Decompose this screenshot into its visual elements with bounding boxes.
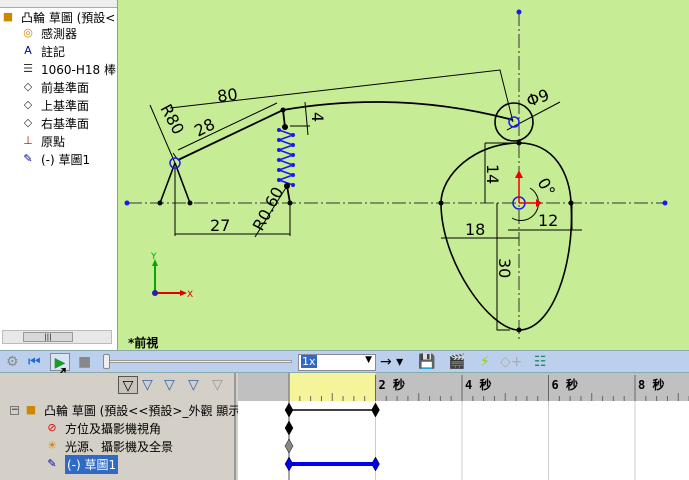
origin-icon: ⊥: [23, 134, 33, 147]
key-point[interactable]: [284, 438, 294, 454]
tree-item-label: 註記: [41, 44, 66, 59]
tree-horizontal-scrollbar[interactable]: |||: [2, 330, 112, 344]
roller: [494, 102, 534, 142]
sketch-icon: ✎: [23, 152, 33, 165]
save-animation-button[interactable]: 💾: [418, 353, 435, 371]
dim-28-line: [172, 102, 278, 161]
dim-phi9[interactable]: Φ9: [524, 85, 552, 111]
play-from-start-button[interactable]: ⏮: [28, 353, 41, 371]
part-icon: ■: [2, 10, 14, 23]
autofit-button[interactable]: ▽: [212, 376, 223, 394]
motion-manager-tree: ▽ ▽ ▽ ▽ ▽ − ■ 凸輪 草圖 (預設<<預設>_外觀 顯示 ⊘ 方位及攝影機…: [0, 373, 240, 480]
sensor-folder-icon: ◎: [23, 26, 33, 39]
dim-4[interactable]: 4: [308, 112, 327, 122]
spring: [276, 129, 296, 186]
tree-item-label: 原點: [41, 134, 66, 149]
tree-item-label: 上基準面: [41, 98, 90, 113]
tree-item[interactable]: ☰ 1060-H18 棒: [20, 60, 116, 78]
motion-tree-item-label: 光源、攝影機及全景: [65, 439, 174, 454]
dim-27[interactable]: 27: [210, 216, 230, 235]
dim-14[interactable]: 14: [483, 164, 502, 184]
lights-folder-icon: ☀: [47, 439, 57, 452]
filter-driving-button[interactable]: ▽: [142, 376, 153, 394]
dim-12[interactable]: 12: [538, 211, 558, 230]
motion-toolbar: ⚙ ⏮ ▶ ■ 1x ▼ → ▾ 💾 🎬 ⚡ ◇+ ☷: [0, 350, 689, 373]
tree-item[interactable]: A 註記: [20, 42, 65, 60]
animation-wizard-button[interactable]: 🎬: [448, 353, 465, 371]
tree-item[interactable]: ⊥ 原點: [20, 132, 65, 150]
plane-icon: ◇: [23, 116, 33, 129]
key-point[interactable]: [284, 420, 294, 436]
cam-profile: [440, 142, 573, 331]
filter-toolbar: ▽ ▽ ▽ ▽ ▽: [0, 373, 234, 400]
motion-tree-item[interactable]: ☀ 光源、攝影機及全景: [44, 437, 173, 455]
tree-item[interactable]: ◇ 右基準面: [20, 114, 89, 132]
filter-selected-button[interactable]: ▽: [164, 376, 175, 394]
key-point[interactable]: [371, 402, 380, 418]
tree-item[interactable]: ◇ 前基準面: [20, 78, 89, 96]
motion-tree-item[interactable]: ⊘ 方位及攝影機視角: [44, 419, 161, 437]
tree-item-label: 感測器: [41, 26, 78, 41]
key-point[interactable]: [284, 456, 294, 472]
feature-manager-tree: ■ 凸輪 草圖 (預設< ◎ 感測器 A 註記 ☰ 1060-H18 棒 ◇ 前基準面 ◇ 上基準…: [0, 0, 118, 350]
follower-arm: [177, 101, 514, 161]
playback-slider[interactable]: [103, 354, 292, 369]
filter-results-button[interactable]: ▽: [188, 376, 199, 394]
slider-thumb[interactable]: [103, 354, 110, 369]
tree-item-label: 1060-H18 棒: [41, 62, 116, 77]
tree-item[interactable]: ◎ 感測器: [20, 24, 77, 42]
tree-item[interactable]: ◇ 上基準面: [20, 96, 89, 114]
filter-animated-button[interactable]: ▽: [118, 376, 138, 394]
motion-tree-item-label: 方位及攝影機視角: [65, 421, 162, 436]
timeline[interactable]: 0 秒2 秒4 秒6 秒8 秒: [238, 373, 689, 480]
motion-tree-item-label: (-) 草圖1: [65, 454, 119, 474]
motion-study-properties-button[interactable]: ☷: [534, 353, 547, 371]
graphics-viewport[interactable]: 80 R80 28 4 27 R0.60 Φ9 14 0° 18 12 30 Y…: [118, 0, 689, 350]
svg-text:X: X: [187, 290, 193, 300]
dim-80[interactable]: 80: [216, 85, 239, 106]
part-icon: ■: [25, 403, 37, 416]
dim-30[interactable]: 30: [495, 258, 514, 278]
tree-filter-bar[interactable]: [0, 0, 117, 8]
view-triad: Y X: [150, 252, 193, 300]
material-icon: ☰: [23, 62, 33, 75]
calculate-button[interactable]: ⚙: [6, 353, 19, 371]
tree-item-label: 右基準面: [41, 116, 90, 131]
key-point[interactable]: [284, 402, 294, 418]
svg-text:Y: Y: [150, 252, 157, 262]
sketch-icon: ✎: [47, 457, 57, 470]
playback-speed-select[interactable]: 1x ▼: [298, 354, 376, 371]
stop-button[interactable]: ■: [78, 353, 91, 371]
camera-view-icon: ⊘: [47, 421, 57, 434]
tree-item-label: (-) 草圖1: [41, 152, 91, 167]
motion-tree-root[interactable]: − ■ 凸輪 草圖 (預設<<預設>_外觀 顯示: [10, 401, 240, 419]
dim-18[interactable]: 18: [465, 220, 485, 239]
tree-item-label: 前基準面: [41, 80, 90, 95]
motion-tree-item[interactable]: ✎ (-) 草圖1: [44, 454, 119, 474]
plane-icon: ◇: [23, 98, 33, 111]
tree-root-label: 凸輪 草圖 (預設<: [21, 10, 116, 25]
playback-mode-dropdown[interactable]: → ▾: [380, 353, 403, 371]
autokey-button[interactable]: ⚡: [480, 353, 490, 371]
add-key-button[interactable]: ◇+: [500, 353, 523, 371]
dim-r060[interactable]: R0.60: [249, 184, 288, 234]
annotations-folder-icon: A: [24, 44, 32, 57]
tree-item[interactable]: ✎ (-) 草圖1: [20, 150, 90, 168]
dim-28[interactable]: 28: [191, 114, 218, 140]
origin-icon: [518, 176, 536, 204]
view-orientation-label: *前視: [128, 336, 159, 350]
key-point[interactable]: [371, 456, 380, 472]
plane-icon: ◇: [23, 80, 33, 93]
